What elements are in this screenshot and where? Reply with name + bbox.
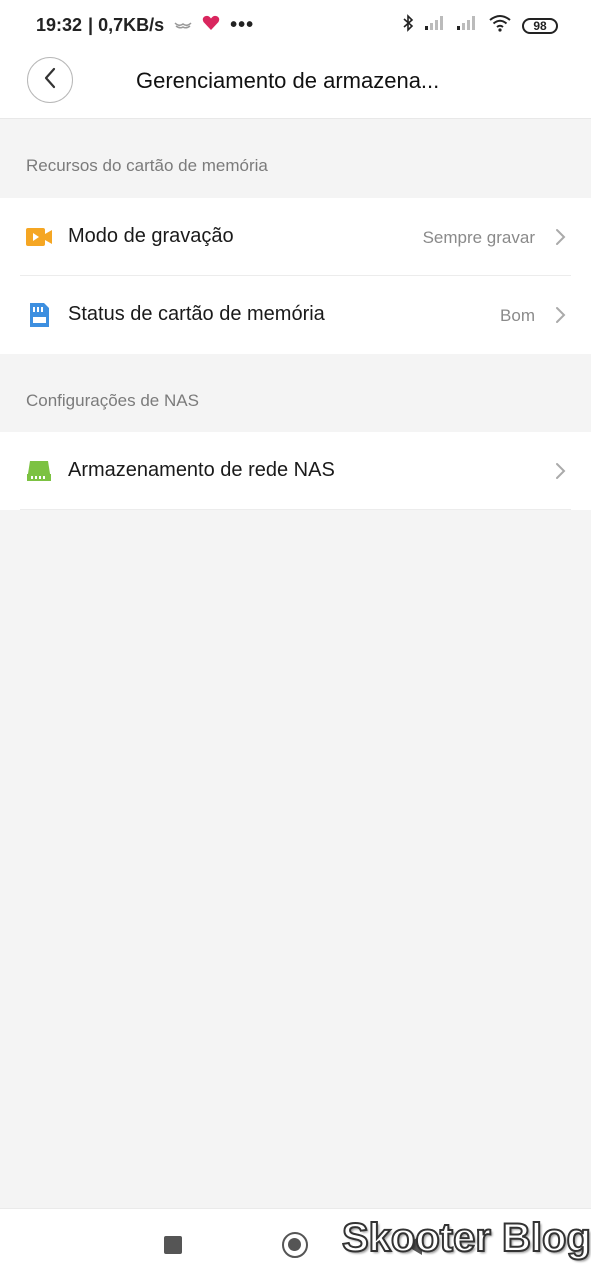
list-item-nas-storage[interactable]: Armazenamento de rede NAS <box>0 432 591 510</box>
home-button[interactable] <box>282 1232 308 1258</box>
app-header: Gerenciamento de armazena... <box>0 52 591 119</box>
status-net-speed: | 0,7KB/s <box>88 15 165 35</box>
status-bar: 19:32 | 0,7KB/s ••• 98 <box>0 0 591 52</box>
watermark: Skooter Blog <box>341 1215 591 1261</box>
list-item-label: Status de cartão de memória <box>68 303 325 325</box>
list-item-value: Bom <box>500 306 535 325</box>
divider <box>20 509 571 510</box>
status-right: 98 <box>402 14 558 37</box>
chevron-right-icon <box>555 228 567 246</box>
heart-icon <box>202 15 220 36</box>
nas-drive-icon <box>26 458 52 484</box>
sd-card-icon <box>26 302 52 328</box>
list-item-label: Modo de gravação <box>68 225 234 247</box>
wifi-icon <box>488 14 512 37</box>
video-camera-icon <box>26 224 52 250</box>
chevron-left-icon <box>43 67 57 94</box>
bluetooth-icon <box>402 14 414 37</box>
status-time: 19:32 <box>36 15 83 35</box>
list-item-label: Armazenamento de rede NAS <box>68 459 335 481</box>
page-title: Gerenciamento de armazena... <box>136 68 440 93</box>
back-button[interactable] <box>27 57 73 103</box>
section-label-memory-card: Recursos do cartão de memória <box>26 156 268 175</box>
battery-icon: 98 <box>522 17 558 34</box>
chevron-right-icon <box>555 462 567 480</box>
signal-icon <box>424 15 446 36</box>
section-label-nas: Configurações de NAS <box>26 391 199 410</box>
status-left: 19:32 | 0,7KB/s ••• <box>36 14 254 37</box>
list-item-value: Sempre gravar <box>422 228 535 247</box>
list-item-recording-mode[interactable]: Modo de gravação Sempre gravar <box>0 198 591 276</box>
hands-icon <box>174 15 192 36</box>
list-item-memory-card-status[interactable]: Status de cartão de memória Bom <box>0 276 591 354</box>
recent-apps-button[interactable] <box>164 1236 182 1254</box>
signal-icon <box>456 15 478 36</box>
chevron-right-icon <box>555 306 567 324</box>
more-icon: ••• <box>230 14 255 36</box>
